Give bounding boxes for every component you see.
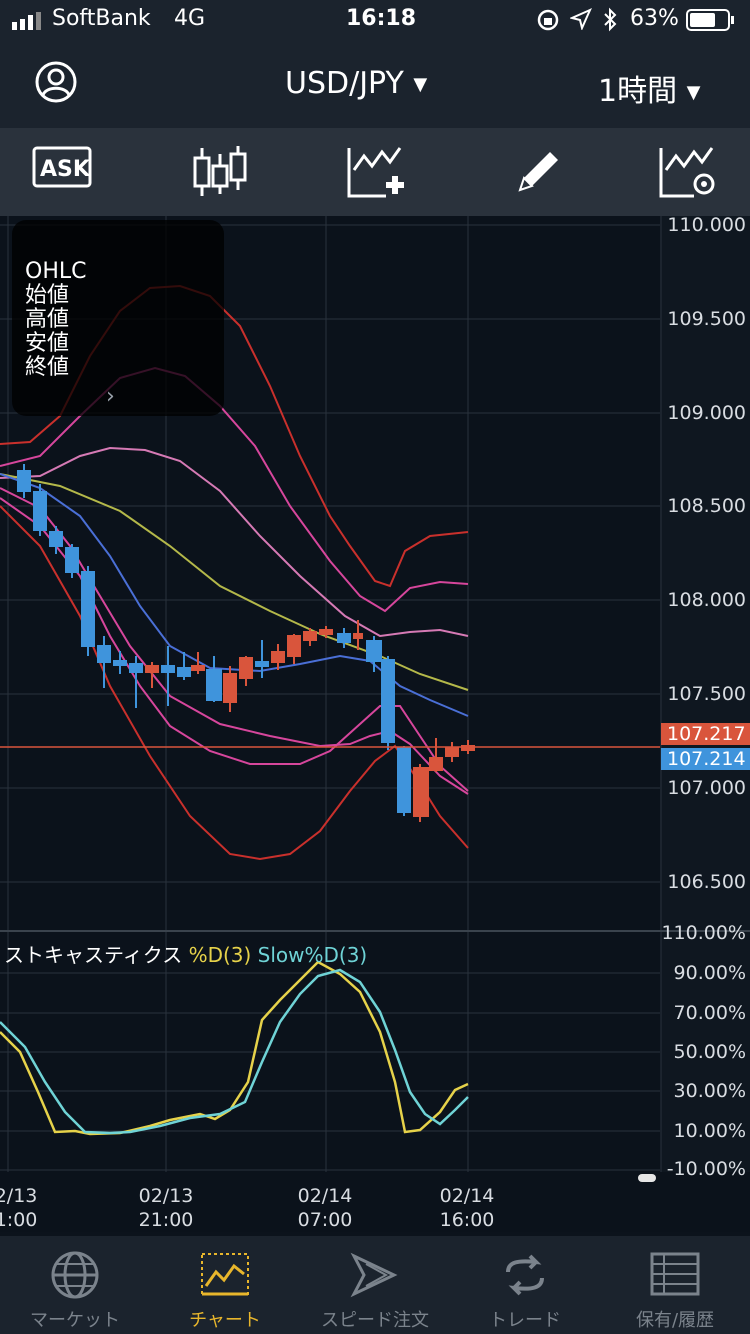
tab-market[interactable]: マーケット	[0, 1236, 150, 1334]
tab-chart-label: チャート	[189, 1310, 261, 1331]
battery-percent: 63%	[630, 6, 679, 31]
price-chart[interactable]: OHLC 始値 高値 安値 終値 › 110.000 109.500 109.0…	[0, 214, 750, 932]
tab-positions-history-label: 保有/履歴	[635, 1310, 715, 1331]
stochastic-chart[interactable]: 110.00% 90.00% 70.00% 50.00% 30.00% 10.0…	[0, 922, 750, 1232]
rotation-lock-icon	[536, 8, 560, 38]
speed-arrow-icon	[350, 1252, 398, 1298]
ohlc-low-label: 安値	[25, 331, 70, 356]
ohlc-high-label: 高値	[25, 307, 70, 332]
chart-toolbar: ASK	[0, 128, 750, 216]
price-tick: 109.500	[667, 308, 746, 330]
exchange-icon	[506, 1254, 544, 1296]
ohlc-open-label: 始値	[25, 283, 70, 308]
tab-trade-label: トレード	[489, 1310, 561, 1331]
candlesticks	[17, 464, 475, 822]
ask-price-badge: 107.214	[661, 748, 750, 770]
add-indicator-icon	[347, 147, 404, 198]
price-tick: 108.500	[667, 495, 746, 517]
tab-speed-order[interactable]: スピード注文	[300, 1236, 450, 1334]
chevron-down-icon: ▼	[686, 82, 701, 103]
ask-toggle-button[interactable]: ASK	[12, 128, 112, 216]
clock: 16:18	[346, 6, 417, 31]
symbol-selector[interactable]: USD/JPY ▼	[285, 66, 427, 101]
oscillator-legend: ストキャスティクス %D(3) Slow%D(3)	[4, 939, 367, 968]
signal-icon	[12, 11, 48, 36]
network-label: 4G	[174, 6, 206, 31]
timeframe-label: 1時間	[598, 74, 678, 109]
oscillator-name: ストキャスティクス	[4, 943, 183, 967]
battery-icon	[686, 9, 736, 37]
chevron-right-icon[interactable]: ›	[106, 384, 115, 409]
pencil-icon	[518, 152, 558, 192]
bid-price-badge: 107.217	[661, 723, 750, 745]
oscillator-tick: 90.00%	[673, 962, 746, 984]
price-tick: 110.000	[667, 214, 746, 236]
price-tick: 107.000	[667, 777, 746, 799]
ohlc-panel[interactable]: OHLC 始値 高値 安値 終値 ›	[12, 220, 224, 416]
tab-chart[interactable]: チャート	[150, 1236, 300, 1334]
time-tick: 02/14 07:00	[297, 1185, 353, 1231]
candlestick-type-button[interactable]	[170, 128, 270, 216]
bollinger-upper-1	[0, 446, 469, 638]
bottom-tab-bar: マーケット チャート スピード注文 トレード 保有/履歴	[0, 1236, 750, 1334]
status-bar: SoftBank 4G 16:18 63%	[0, 0, 750, 40]
oscillator-tick: 70.00%	[673, 1002, 746, 1024]
location-icon	[568, 8, 592, 36]
tab-speed-order-label: スピード注文	[321, 1310, 429, 1331]
time-tick: 02/13 21:00	[138, 1185, 194, 1231]
candlestick-icon	[193, 146, 247, 196]
chart-settings-icon	[659, 147, 715, 198]
price-tick: 106.500	[667, 871, 746, 893]
price-tick: 107.500	[667, 683, 746, 705]
time-tick: 02/14 16:00	[439, 1185, 495, 1231]
symbol-label: USD/JPY	[285, 66, 404, 101]
oscillator-tick: 10.00%	[673, 1120, 746, 1142]
add-indicator-button[interactable]	[326, 128, 426, 216]
price-tick: 109.000	[667, 402, 746, 424]
price-tick: 108.000	[667, 589, 746, 611]
carrier-label: SoftBank	[52, 6, 151, 31]
oscillator-tick: -10.00%	[666, 1158, 746, 1180]
tab-market-label: マーケット	[30, 1310, 120, 1331]
account-icon[interactable]	[34, 60, 78, 108]
oscillator-tick: 30.00%	[673, 1080, 746, 1102]
app-header: USD/JPY ▼ 1時間 ▼	[0, 40, 750, 128]
ohlc-close-label: 終値	[25, 355, 70, 380]
globe-icon	[51, 1251, 99, 1299]
tab-trade[interactable]: トレード	[450, 1236, 600, 1334]
ohlc-title: OHLC	[25, 259, 87, 284]
indicator-settings-button[interactable]	[638, 128, 738, 216]
drawing-tool-button[interactable]	[490, 128, 590, 216]
scroll-handle[interactable]	[638, 1174, 656, 1182]
time-tick: 02/1311:00	[0, 1185, 38, 1231]
pctd-legend: %D(3)	[188, 943, 252, 967]
chart-icon	[201, 1253, 249, 1296]
timeframe-selector[interactable]: 1時間 ▼	[598, 66, 700, 110]
list-icon	[650, 1252, 700, 1296]
oscillator-tick: 110.00%	[661, 922, 746, 944]
oscillator-tick: 50.00%	[673, 1041, 746, 1063]
tab-positions-history[interactable]: 保有/履歴	[600, 1236, 750, 1334]
ask-label: ASK	[40, 157, 90, 182]
slowd-legend: Slow%D(3)	[257, 943, 368, 967]
bluetooth-icon	[602, 7, 618, 39]
chevron-down-icon: ▼	[413, 74, 428, 95]
